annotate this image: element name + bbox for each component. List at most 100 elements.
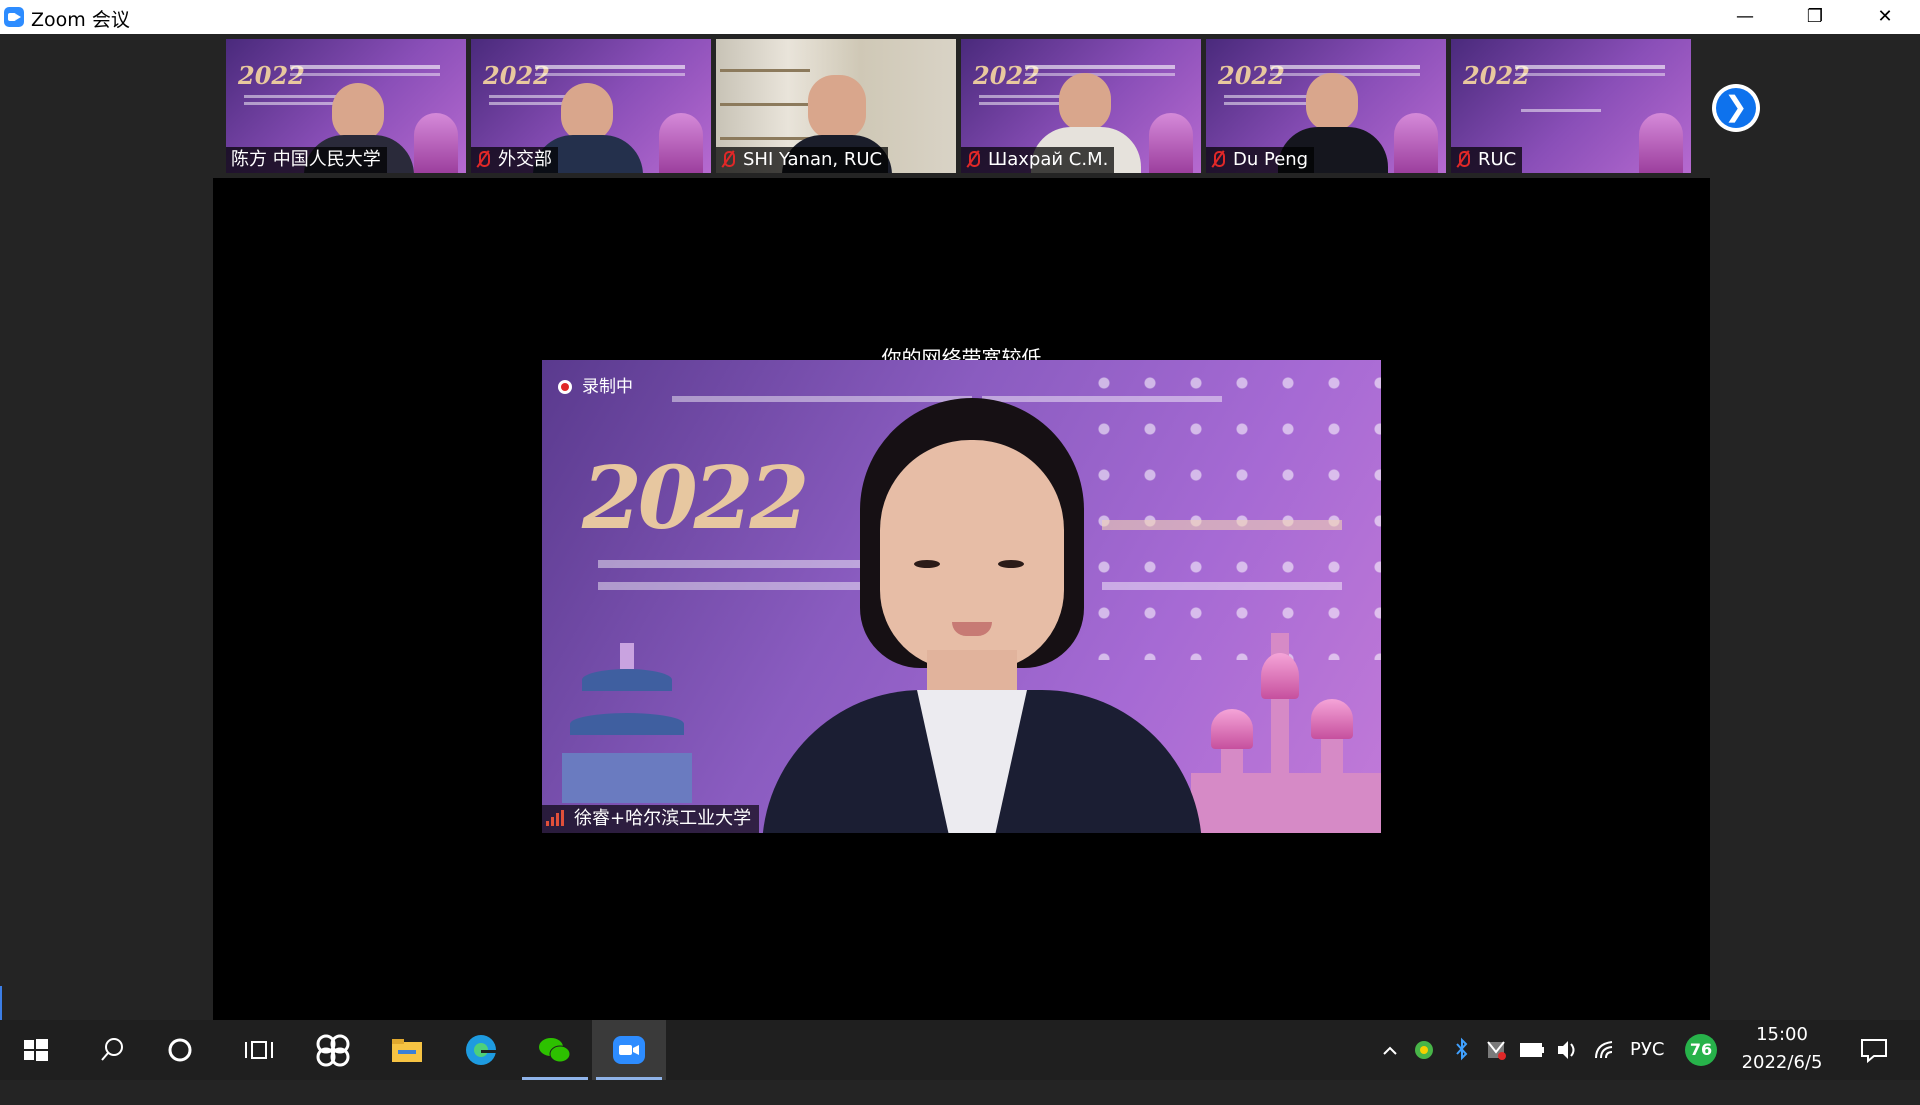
edge-icon	[466, 1035, 497, 1065]
participant-face	[332, 83, 384, 141]
speaker-name: 徐睿+哈尔滨工业大学	[574, 808, 752, 829]
edge-button[interactable]	[444, 1020, 518, 1080]
banner-text	[535, 65, 685, 69]
clock-date[interactable]: 2022/6/5	[1737, 1052, 1827, 1073]
participant-thumbnail[interactable]: 2022 Шахрай С.М.	[961, 39, 1201, 173]
next-page-button[interactable]: ❯	[1712, 84, 1760, 132]
zoom-logo-icon	[4, 7, 24, 27]
participant-thumbnail[interactable]: 2022 Du Peng	[1206, 39, 1446, 173]
minimize-button[interactable]: —	[1710, 0, 1780, 34]
participant-name-label: Du Peng	[1206, 147, 1315, 173]
participant-face	[808, 75, 866, 139]
bluetooth-button[interactable]	[1450, 1020, 1474, 1080]
muted-microphone-icon	[1456, 150, 1470, 168]
kremlin-image	[1191, 613, 1381, 833]
muted-microphone-icon	[476, 150, 490, 168]
banner-text	[598, 560, 878, 568]
kremlin-dome	[1261, 653, 1299, 699]
participant-name-label: 外交部	[471, 147, 558, 173]
banner-text	[982, 396, 1222, 402]
participant-name-label: 陈方 中国人民大学	[226, 147, 387, 173]
banner-text	[1102, 520, 1342, 530]
participant-thumbnail[interactable]: 2022 外交部	[471, 39, 711, 173]
bookshelf	[720, 69, 810, 72]
kremlin-dome	[659, 113, 703, 173]
wechat-icon	[539, 1038, 571, 1063]
windows-logo-icon	[24, 1039, 48, 1061]
window-title: Zoom 会议	[31, 9, 130, 31]
temple-of-heaven-image	[562, 643, 692, 803]
bluetooth-icon	[1456, 1037, 1468, 1061]
tray-app[interactable]	[1412, 1020, 1436, 1080]
temple-roof	[582, 669, 672, 691]
speaker-eye	[914, 560, 940, 568]
network-button[interactable]	[1592, 1020, 1620, 1080]
chevron-right-icon: ❯	[1716, 88, 1756, 128]
banner-text	[1102, 582, 1342, 590]
task-view-button[interactable]	[222, 1020, 296, 1080]
participant-name-label: RUC	[1451, 147, 1523, 173]
tray-badge[interactable]: 76	[1685, 1034, 1717, 1066]
participant-name-label: Шахрай С.М.	[961, 147, 1115, 173]
close-button[interactable]: ✕	[1850, 0, 1920, 34]
kremlin-dome	[1149, 113, 1193, 173]
temple-spire	[620, 643, 634, 669]
file-explorer-button[interactable]	[370, 1020, 444, 1080]
taskbar: РУС 76 15:00 2022/6/5	[0, 1020, 1920, 1080]
kremlin-dome	[1211, 709, 1253, 749]
kremlin-base	[1191, 773, 1381, 833]
muted-microphone-icon	[721, 150, 735, 168]
taskbar-app[interactable]	[296, 1020, 370, 1080]
speaker-video[interactable]: 2022 录制中 徐睿+哈尔滨工业大学	[542, 360, 1381, 833]
clock-time[interactable]: 15:00	[1737, 1024, 1827, 1045]
volume-button[interactable]	[1554, 1020, 1582, 1080]
bookshelf	[720, 137, 810, 140]
participant-name: Du Peng	[1233, 149, 1309, 170]
muted-microphone-icon	[1211, 150, 1225, 168]
participant-thumbnail[interactable]: SHI Yanan, RUC	[716, 39, 956, 173]
banner-text	[290, 73, 440, 76]
shield-app-icon	[1415, 1041, 1433, 1059]
zoom-icon	[613, 1036, 645, 1064]
search-button[interactable]	[74, 1020, 148, 1080]
input-language-button[interactable]: РУС	[1630, 1020, 1676, 1080]
recording-indicator: 录制中	[558, 376, 633, 398]
tray-app[interactable]	[1484, 1020, 1508, 1080]
restore-button[interactable]: ❐	[1780, 0, 1850, 34]
action-center-button[interactable]	[1856, 1020, 1892, 1080]
banner-text	[672, 396, 972, 402]
participant-face	[561, 83, 613, 141]
participant-name: 外交部	[498, 149, 552, 170]
participant-thumbnail[interactable]: 2022 陈方 中国人民大学	[226, 39, 466, 173]
wifi-icon	[1595, 1041, 1613, 1059]
cortana-button[interactable]	[148, 1020, 222, 1080]
window-titlebar: Zoom 会议 — ❐ ✕	[0, 0, 1920, 34]
participant-thumbnail[interactable]: 2022 RUC	[1451, 39, 1691, 173]
active-speaker-view: 你的网络带宽较低 2022 录制中 徐睿+哈尔滨工业大学	[213, 178, 1710, 1020]
security-app-icon	[1487, 1041, 1506, 1060]
participant-name: RUC	[1478, 149, 1517, 170]
speaker-volume-icon	[1558, 1041, 1575, 1059]
participant-name-label: SHI Yanan, RUC	[716, 147, 889, 173]
banner-text	[598, 582, 878, 590]
participant-face	[1306, 73, 1358, 131]
kremlin-dome	[1394, 113, 1438, 173]
zoom-button[interactable]	[592, 1020, 666, 1080]
banner-text	[1515, 65, 1665, 69]
show-hidden-icons-button[interactable]	[1378, 1020, 1402, 1080]
kremlin-dome	[1639, 113, 1683, 173]
bookshelf	[720, 103, 810, 106]
banner-text	[535, 73, 685, 76]
chevron-up-icon	[1383, 1046, 1397, 1055]
battery-button[interactable]	[1518, 1020, 1546, 1080]
wechat-button[interactable]	[518, 1020, 592, 1080]
start-button[interactable]	[0, 1020, 74, 1080]
search-icon	[101, 1038, 123, 1061]
notification-icon	[1861, 1039, 1887, 1064]
participant-name: Шахрай С.М.	[988, 149, 1109, 170]
banner-year: 2022	[582, 448, 809, 549]
window-edge	[0, 986, 2, 1020]
task-view-icon	[245, 1041, 273, 1059]
kremlin-dome	[1311, 699, 1353, 739]
participant-face	[1059, 73, 1111, 131]
